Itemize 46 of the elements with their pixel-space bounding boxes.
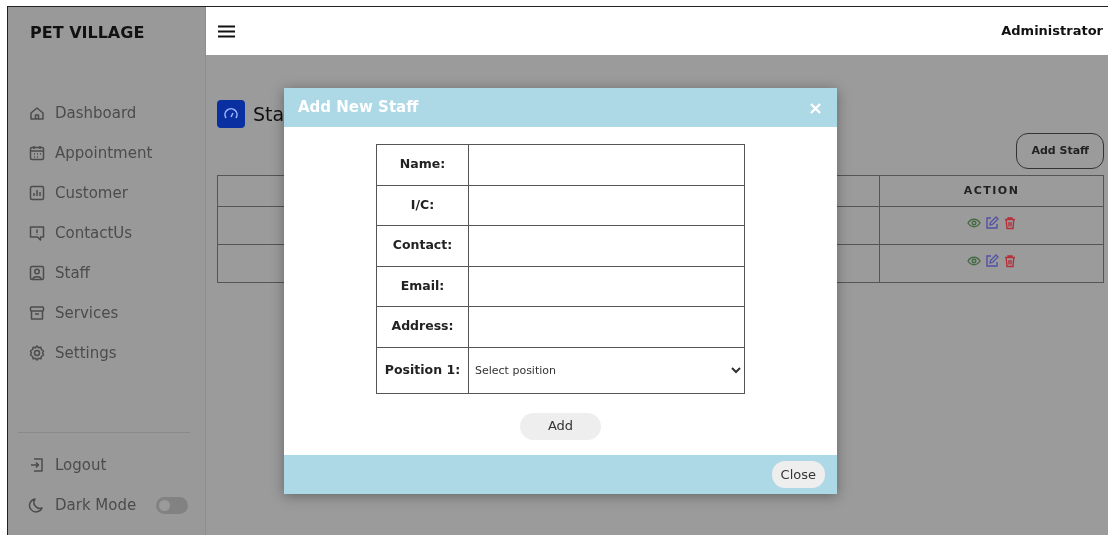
logout-link[interactable]: Logout: [55, 453, 107, 477]
view-icon[interactable]: [966, 254, 981, 268]
trash-icon[interactable]: [1002, 254, 1017, 268]
edit-icon[interactable]: [984, 254, 999, 268]
gear-icon: [28, 344, 46, 362]
input-field[interactable]: [468, 185, 745, 226]
house-icon: [28, 104, 46, 122]
add-staff-button[interactable]: Add Staff: [1016, 132, 1104, 169]
dark-mode-toggle[interactable]: [156, 496, 188, 514]
moon-icon: [28, 496, 46, 514]
field-label: Contact:: [376, 225, 469, 266]
user-name[interactable]: Administrator: [1001, 21, 1103, 41]
calendar-icon: [28, 144, 46, 162]
input-field[interactable]: [468, 266, 745, 307]
person-icon: [28, 264, 46, 282]
input-field[interactable]: [468, 144, 745, 185]
edit-icon[interactable]: [984, 216, 999, 230]
message-alert-icon: [28, 224, 46, 242]
sidebar-item[interactable]: Staff: [8, 253, 205, 293]
sidebar-item[interactable]: Settings: [8, 333, 205, 373]
sidebar-item[interactable]: Appointment: [8, 133, 205, 173]
column-header: ACTION: [879, 175, 1104, 207]
view-icon[interactable]: [966, 216, 981, 230]
field-label: Email:: [376, 266, 469, 307]
logout-icon: [28, 456, 46, 474]
dark-mode-label: Dark Mode: [55, 494, 137, 516]
sidebar-item[interactable]: Customer: [8, 173, 205, 213]
gauge-icon: [217, 100, 245, 129]
close-button[interactable]: Close: [771, 460, 825, 489]
field-label: Address:: [376, 306, 469, 347]
sidebar-item[interactable]: Services: [8, 293, 205, 333]
input-field[interactable]: [468, 306, 745, 347]
field-label: Name:: [376, 144, 469, 185]
input-field[interactable]: [468, 225, 745, 266]
sidebar-item[interactable]: ContactUs: [8, 213, 205, 253]
add-button[interactable]: Add: [520, 412, 601, 440]
sidebar-item[interactable]: Dashboard: [8, 93, 205, 133]
bar-chart-icon: [28, 184, 46, 202]
field-label: Position 1:: [376, 347, 469, 393]
field-label: I/C:: [376, 185, 469, 226]
page-title: Sta: [253, 102, 285, 127]
modal-title: Add New Staff: [298, 97, 419, 119]
brand-title: PET VILLAGE: [29, 22, 146, 44]
trash-icon[interactable]: [1002, 216, 1017, 230]
archive-icon: [28, 304, 46, 322]
menu-icon[interactable]: [218, 24, 235, 38]
